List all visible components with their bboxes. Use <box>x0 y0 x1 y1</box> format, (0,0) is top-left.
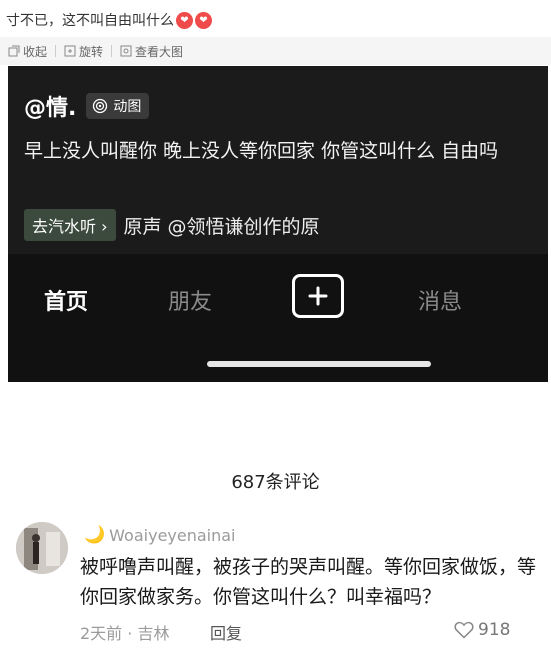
view-large-button[interactable]: 查看大图 <box>120 43 183 60</box>
heart-eyes-emoji-icon: ❤ <box>195 11 212 29</box>
heart-icon <box>454 621 474 639</box>
comment-time-location: 2天前 · 吉林 <box>80 624 170 643</box>
rotate-label: 旋转 <box>79 44 104 59</box>
nav-friends[interactable]: 朋友 <box>168 284 212 316</box>
embedded-screenshot[interactable]: @情. 动图 早上没人叫醒你 晚上没人等你回家 你管这叫什么 自由吗 去汽水听 … <box>8 66 548 382</box>
mention-text: @情. <box>24 96 77 121</box>
view-large-label: 查看大图 <box>135 44 184 59</box>
listen-button-label: 去汽水听 <box>32 217 97 236</box>
gif-badge-label: 动图 <box>113 99 142 115</box>
comment-text: 被呼噜声叫醒，被孩子的哭声叫醒。等你回家做饭，等你回家做家务。你管这叫什么？叫幸… <box>80 556 537 608</box>
toolbar-divider <box>111 45 113 57</box>
gif-badge: 动图 <box>86 93 150 119</box>
music-text: 原声 @领悟谦创作的原 <box>123 215 320 238</box>
heart-eyes-emoji-icon: ❤ <box>176 11 193 29</box>
gif-icon <box>93 98 108 114</box>
collapse-icon <box>8 45 20 57</box>
post-text: 寸不已，这不叫自由叫什么 <box>6 13 174 29</box>
avatar-image <box>16 522 68 574</box>
collapse-label: 收起 <box>23 44 48 59</box>
username-text: Woaiyeyenainai <box>109 525 236 545</box>
nav-messages[interactable]: 消息 <box>418 284 462 316</box>
view-large-icon <box>120 45 132 57</box>
chevron-right-icon: › <box>101 217 108 236</box>
bottom-nav-bar: 首页 朋友 消息 <box>8 254 548 382</box>
nav-home[interactable]: 首页 <box>44 284 88 316</box>
video-caption-area: @情. 动图 早上没人叫醒你 晚上没人等你回家 你管这叫什么 自由吗 去汽水听 … <box>8 66 548 254</box>
plus-icon <box>308 286 328 306</box>
create-button[interactable] <box>292 274 344 318</box>
music-row: 去汽水听 › 原声 @领悟谦创作的原 <box>24 209 320 241</box>
listen-button[interactable]: 去汽水听 › <box>24 209 116 241</box>
mention-line: @情. 动图 <box>24 90 150 122</box>
rotate-button[interactable]: 旋转 <box>64 43 103 60</box>
avatar[interactable] <box>16 522 68 574</box>
collapse-button[interactable]: 收起 <box>8 43 47 60</box>
toolbar-divider <box>55 45 57 57</box>
comment-username[interactable]: 🌙 Woaiyeyenainai <box>84 525 236 545</box>
reply-button[interactable]: 回复 <box>210 620 242 644</box>
post-text-line: 寸不已，这不叫自由叫什么 ❤ ❤ <box>6 10 212 30</box>
like-count: 918 <box>478 620 511 640</box>
image-toolbar: 收起 旋转 查看大图 <box>0 37 551 65</box>
home-indicator <box>207 361 431 367</box>
video-caption: 早上没人叫醒你 晚上没人等你回家 你管这叫什么 自由吗 <box>24 140 499 162</box>
moon-icon: 🌙 <box>84 525 106 545</box>
like-button[interactable]: 918 <box>454 620 510 640</box>
rotate-icon <box>64 45 76 57</box>
comments-section: 687条评论 🌙 Woaiyeyenainai 被呼噜声叫醒，被孩子的哭声叫醒。… <box>0 382 551 668</box>
comment-count: 687条评论 <box>231 472 320 493</box>
